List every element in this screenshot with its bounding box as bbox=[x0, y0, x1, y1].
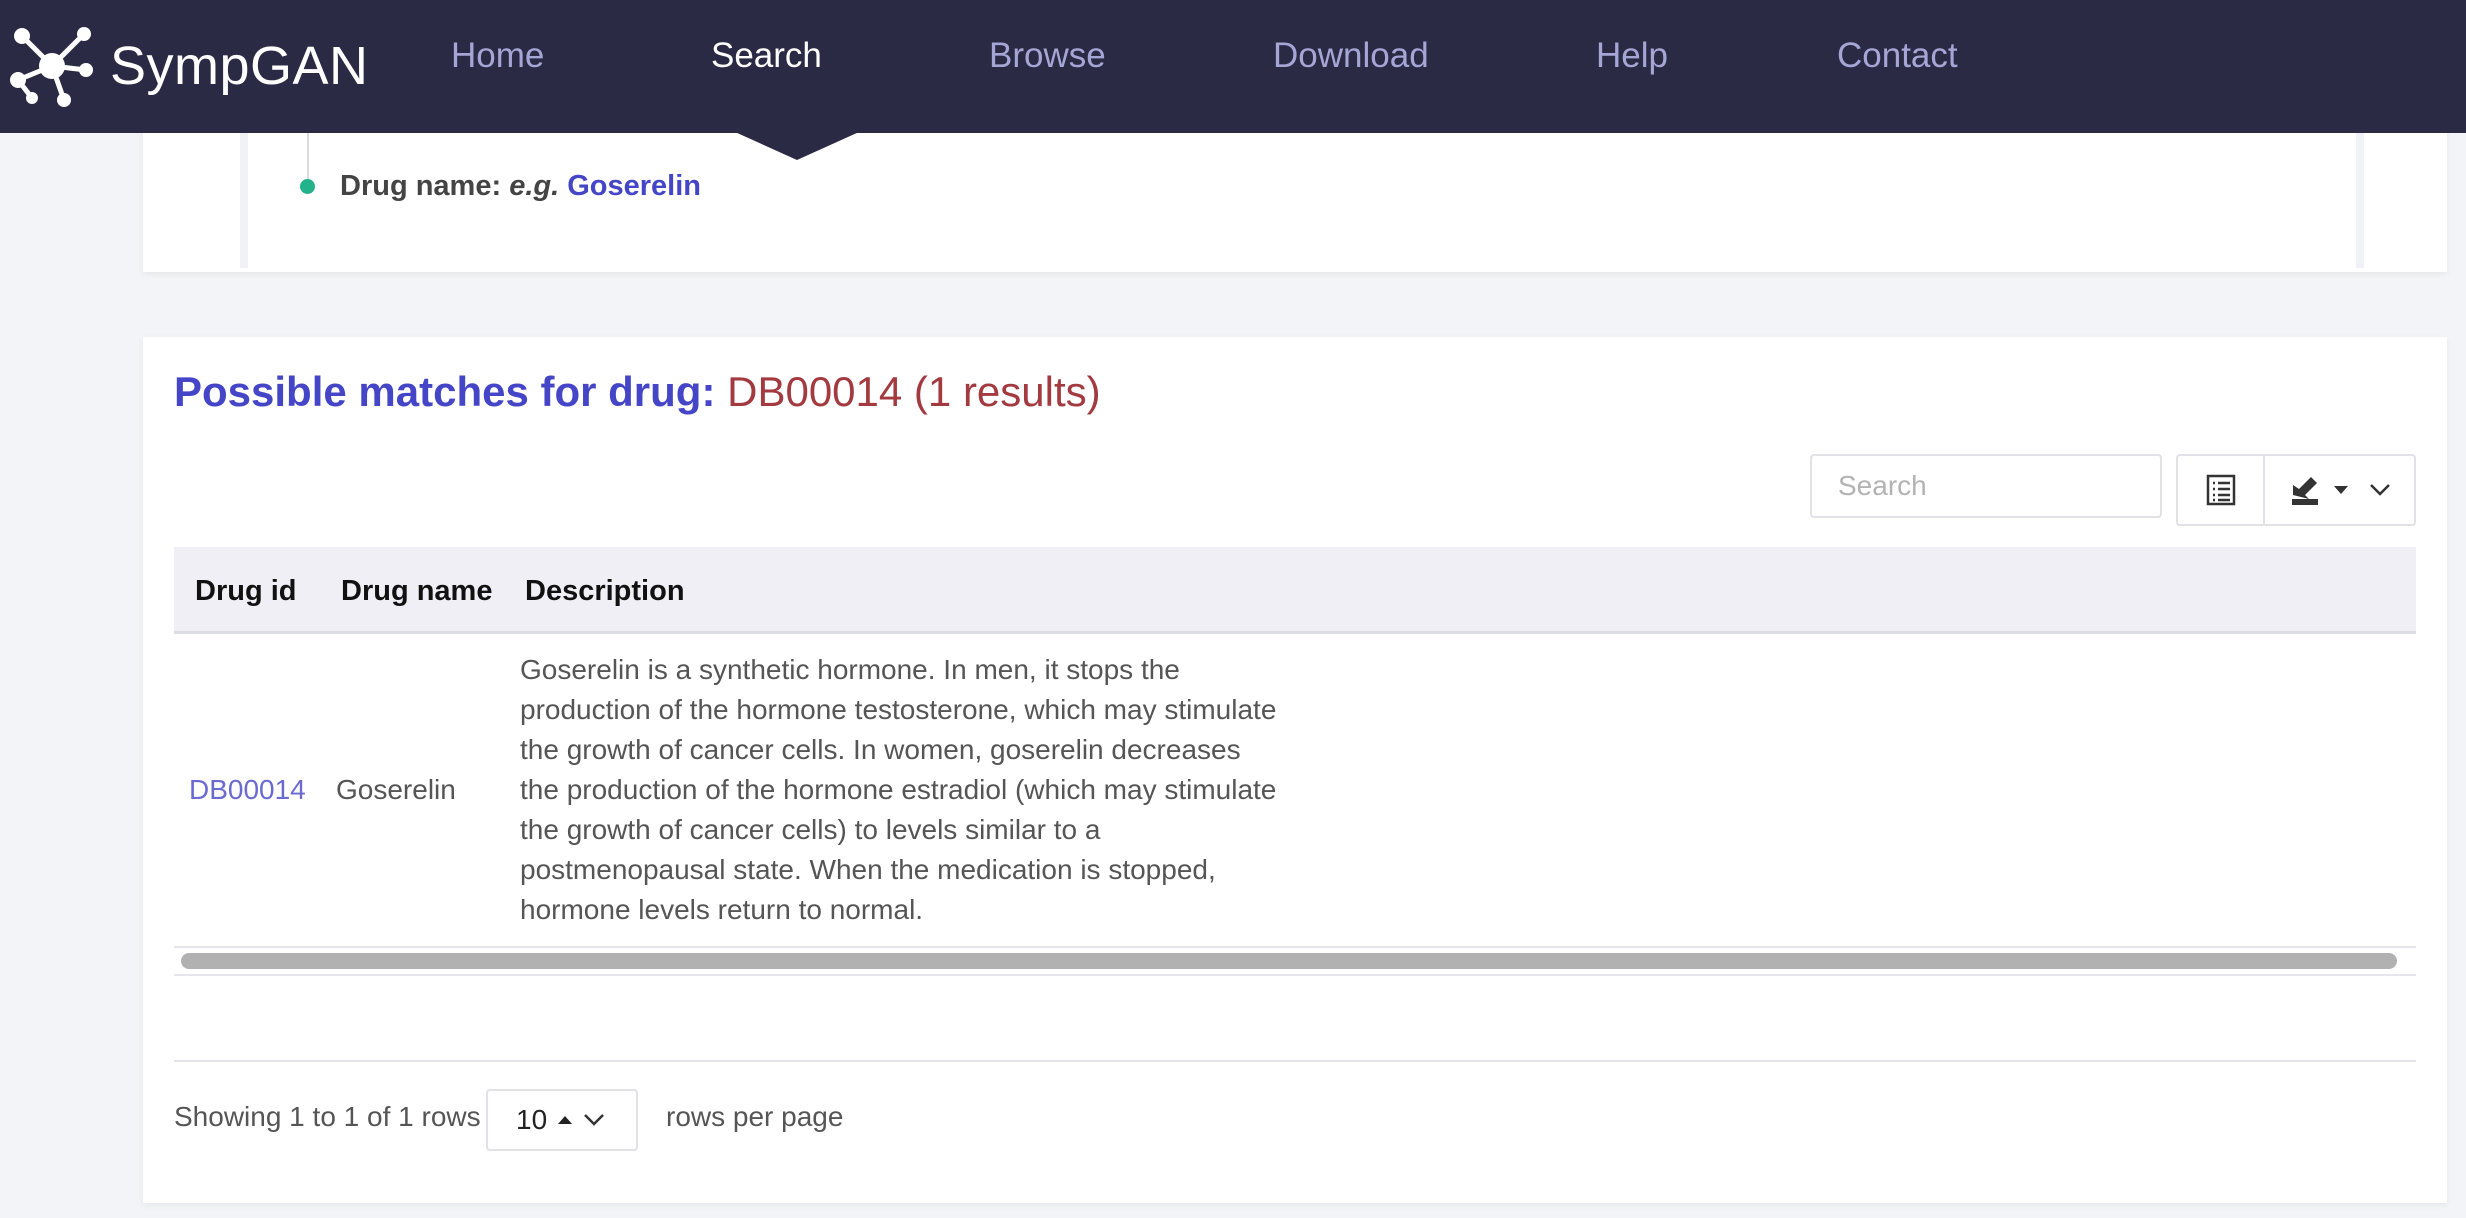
description-cell: Goserelin is a synthetic hormone. In men… bbox=[520, 654, 1277, 925]
example-label: Drug name: bbox=[340, 170, 502, 202]
active-nav-indicator bbox=[735, 132, 859, 160]
table-search-input[interactable] bbox=[1810, 454, 2162, 518]
rows-per-page-label: rows per page bbox=[666, 1101, 844, 1132]
table-header: Drug id Drug name Description bbox=[174, 547, 2416, 634]
top-navbar: SympGAN Home Search Browse Download Help… bbox=[0, 0, 2466, 133]
results-title: Possible matches for drug: DB00014 (1 re… bbox=[174, 368, 1101, 416]
example-link-goserelin[interactable]: Goserelin bbox=[567, 170, 701, 202]
timeline-line bbox=[307, 133, 309, 179]
list-icon bbox=[2206, 474, 2235, 506]
caret-up-icon bbox=[558, 1116, 573, 1124]
page-size-select[interactable]: 10 bbox=[486, 1089, 638, 1151]
header-drug-id[interactable]: Drug id bbox=[195, 575, 297, 608]
pagination-info: Showing 1 to 1 of 1 rows bbox=[174, 1101, 481, 1132]
nav-search[interactable]: Search bbox=[711, 36, 822, 76]
pagination-divider bbox=[174, 1060, 2416, 1062]
caret-down-icon bbox=[2333, 486, 2348, 494]
molecule-logo-icon bbox=[10, 27, 93, 107]
chevron-down-icon bbox=[584, 1114, 605, 1126]
table-toolbar-buttons bbox=[2176, 454, 2416, 526]
nav-contact[interactable]: Contact bbox=[1837, 36, 1958, 76]
nav-download[interactable]: Download bbox=[1273, 36, 1429, 76]
results-query: DB00014 (1 results) bbox=[727, 368, 1101, 415]
nav-home[interactable]: Home bbox=[451, 36, 544, 76]
nav-help[interactable]: Help bbox=[1596, 36, 1668, 76]
nav-browse[interactable]: Browse bbox=[989, 36, 1106, 76]
brand-logo[interactable]: SympGAN bbox=[8, 18, 369, 114]
header-description[interactable]: Description bbox=[525, 575, 685, 608]
brand-name: SympGAN bbox=[110, 36, 369, 96]
export-dropdown-button[interactable] bbox=[2265, 456, 2414, 524]
columns-toggle-button[interactable] bbox=[2178, 456, 2265, 524]
horizontal-scrollbar-thumb[interactable] bbox=[181, 953, 2397, 969]
results-title-prefix: Possible matches for drug: bbox=[174, 368, 716, 415]
drug-name-cell: Goserelin bbox=[336, 774, 456, 805]
page-size-value: 10 bbox=[516, 1104, 548, 1135]
drug-name-example: Drug name: e.g. Goserelin bbox=[340, 170, 701, 203]
download-icon bbox=[2291, 477, 2318, 505]
drug-id-link[interactable]: DB00014 bbox=[189, 774, 306, 806]
chevron-down-icon bbox=[2369, 484, 2390, 496]
example-eg: e.g. bbox=[509, 170, 560, 202]
timeline-dot-icon bbox=[300, 179, 315, 194]
header-drug-name[interactable]: Drug name bbox=[341, 575, 492, 608]
